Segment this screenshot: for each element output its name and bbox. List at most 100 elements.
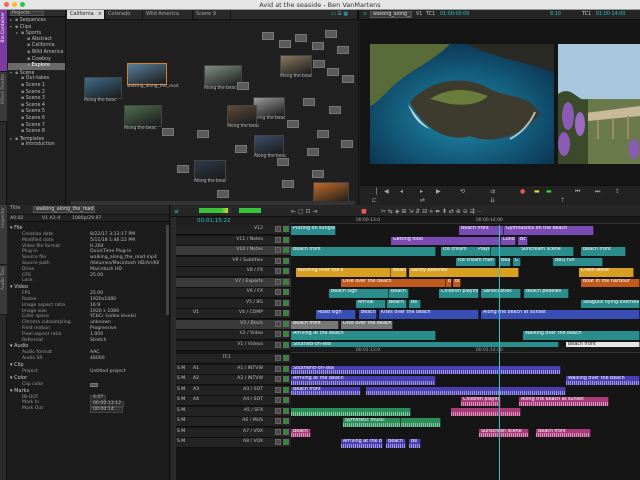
tree-item[interactable]: ▪ Wild America [8, 50, 65, 57]
timeline-clip[interactable]: Arriving at the beach [291, 331, 436, 340]
track-monitor-icon[interactable] [283, 268, 289, 274]
timeline-clip[interactable]: Along the beach at sunset [481, 310, 640, 319]
timeline-clip[interactable]: Arrival [356, 299, 386, 308]
solo-mute-buttons[interactable]: S M [177, 376, 185, 381]
track-header[interactable]: S M A8 / VOX [171, 438, 291, 448]
tree-item[interactable]: ▸ ▪ Sports [8, 30, 65, 37]
track-lock-icon[interactable] [275, 331, 281, 337]
playhead-line[interactable] [499, 225, 500, 480]
track-monitor-icon[interactable] [283, 439, 289, 445]
timeline-ruler-top[interactable]: 00:00:13:0 00:00:14:00 [291, 217, 640, 224]
solo-mute-buttons[interactable]: S M [177, 387, 185, 392]
property-value[interactable]: 00:00:14:... [90, 406, 123, 414]
timeline-clip[interactable]: Sandy beaches [409, 268, 519, 277]
timeline-clip[interactable]: Running over the s [296, 268, 391, 277]
source-track-patch[interactable]: A1 [193, 366, 199, 371]
small-thumbnail[interactable] [307, 148, 319, 156]
source-track-patch[interactable]: A2 [193, 376, 199, 381]
source-track-patch[interactable]: V1 [193, 310, 199, 315]
small-thumbnail[interactable] [287, 120, 299, 128]
track-header[interactable]: V12 [171, 225, 291, 235]
go-start-icon[interactable]: ⏮ [575, 188, 580, 196]
track-lock-icon[interactable] [275, 299, 281, 306]
timeline-clip[interactable]: Be [409, 299, 421, 308]
tree-item[interactable]: ▪ Scene 6 [8, 116, 65, 123]
go-end-icon[interactable]: ⏭ [595, 188, 600, 196]
small-thumbnail[interactable] [262, 32, 274, 40]
track-lock-icon[interactable] [275, 376, 281, 382]
timeline-clip[interactable]: Crash wave [579, 268, 634, 277]
solo-mute-buttons[interactable]: S M [177, 366, 185, 371]
property-value[interactable]: Stretch [90, 338, 107, 344]
play-icon[interactable]: ▶ [436, 188, 441, 195]
timeline-clip[interactable]: Arriving at the beach [291, 376, 436, 385]
timeline-clip[interactable]: Kites over the beach [379, 310, 479, 319]
clip-thumbnail[interactable]: Along the beac [124, 105, 162, 132]
timeline-clip[interactable] [291, 407, 411, 416]
small-thumbnail[interactable] [313, 60, 325, 68]
track-lock-icon[interactable] [275, 439, 281, 445]
lift-icon[interactable]: ⇪ [615, 188, 620, 195]
track-header[interactable]: A2 S M A2 / INTVW [171, 375, 291, 385]
tab-effect-palette[interactable]: Effect Palette [0, 72, 7, 122]
timeline-clip[interactable]: Beach front [291, 247, 436, 256]
step-back-icon[interactable]: ◂ [400, 188, 403, 195]
timeline-clip[interactable]: Beach pebbles [524, 289, 569, 298]
inspector-section-clip[interactable]: ▾ Clip [8, 362, 166, 369]
timeline-clip[interactable]: Walking over the beach [523, 331, 640, 340]
small-thumbnail[interactable] [197, 130, 209, 138]
timeline-clip[interactable]: Beach [391, 268, 407, 277]
track-header[interactable]: V3 / Black [171, 319, 291, 330]
timeline-clip[interactable]: Seagulls flying overhead [581, 299, 640, 308]
extract-icon[interactable]: ⇡ [560, 197, 565, 204]
timeline-clip[interactable]: Boat in the harbour [581, 278, 640, 287]
timeline-clip[interactable]: Suncream scene [519, 247, 574, 256]
play-reverse-icon[interactable]: ◀ [384, 188, 389, 195]
track-lock-icon[interactable] [275, 341, 281, 348]
track-header[interactable]: V9 / Subtitles [171, 256, 291, 267]
tree-item[interactable]: ▾ ▪ Clips [8, 24, 65, 31]
tab-inspector[interactable]: Inspector [0, 205, 7, 265]
timeline-clip[interactable]: Beach front [291, 320, 339, 329]
timeline-clip[interactable]: Walking over the beach [566, 376, 640, 385]
track-lock-icon[interactable] [275, 407, 281, 414]
timeline-clip[interactable]: B [446, 278, 452, 287]
timeline-clip[interactable]: Along the beach at sunset [519, 397, 609, 406]
timeline-clip[interactable]: Road sign [316, 310, 356, 319]
small-thumbnail[interactable] [282, 180, 294, 188]
solo-mute-buttons[interactable]: S M [177, 429, 185, 434]
track-header[interactable]: TC1 [171, 354, 291, 364]
small-thumbnail[interactable] [325, 30, 337, 38]
small-thumbnail[interactable] [235, 145, 247, 153]
track-monitor-icon[interactable] [283, 397, 289, 403]
timeline-clip[interactable]: Symmetic music [343, 418, 401, 427]
inspector-clip-name-field[interactable]: walking_along_the_road [33, 206, 95, 213]
source-track-patch[interactable]: A4 [193, 397, 199, 402]
source-monitor-image[interactable] [370, 44, 554, 164]
small-thumbnail[interactable] [329, 106, 341, 114]
clip-thumbnail[interactable]: Along the beac [280, 55, 312, 80]
clip-thumbnail[interactable]: Along the beac [254, 135, 286, 160]
timeline-clip[interactable]: Beach [359, 310, 377, 319]
projects-dropdown[interactable]: Projects [10, 11, 44, 16]
track-monitor-icon[interactable] [283, 310, 289, 316]
timeline-clip[interactable]: Beach front [459, 226, 504, 235]
track-lock-icon[interactable] [275, 320, 281, 327]
track-header[interactable]: V1 / Videos [171, 340, 291, 351]
timeline-clip[interactable] [451, 407, 521, 416]
record-button-icon[interactable]: ● [520, 188, 525, 195]
track-monitor-icon[interactable] [283, 257, 289, 264]
timeline-clip[interactable]: Putting on sunglas [291, 226, 336, 235]
track-lock-icon[interactable] [275, 247, 281, 253]
timeline-ruler-mid[interactable]: 00:01:13:0 00:01:14:00 [291, 347, 640, 353]
overwrite-icon[interactable]: ⇊ [490, 197, 495, 204]
timeline-edit-icons[interactable]: ✂ ⇆ ◈ ⊞ ⇲ ⇵ ⊟ ⟡ ⬌ ⬍ ⇄ ⊕ ⊖ ⇶ ⋯ [381, 208, 483, 216]
trim-icon[interactable]: ⇌ [420, 197, 425, 204]
track-monitor-icon[interactable] [283, 278, 289, 285]
track-header[interactable]: V10 / Notes [171, 246, 291, 256]
property-value[interactable]: 48000 [90, 356, 105, 362]
clip-thumbnail[interactable]: Along the beac [84, 77, 122, 104]
small-thumbnail[interactable] [279, 40, 291, 48]
small-thumbnail[interactable] [317, 130, 329, 138]
mark-clip-icon[interactable]: ⊏ [372, 197, 377, 204]
